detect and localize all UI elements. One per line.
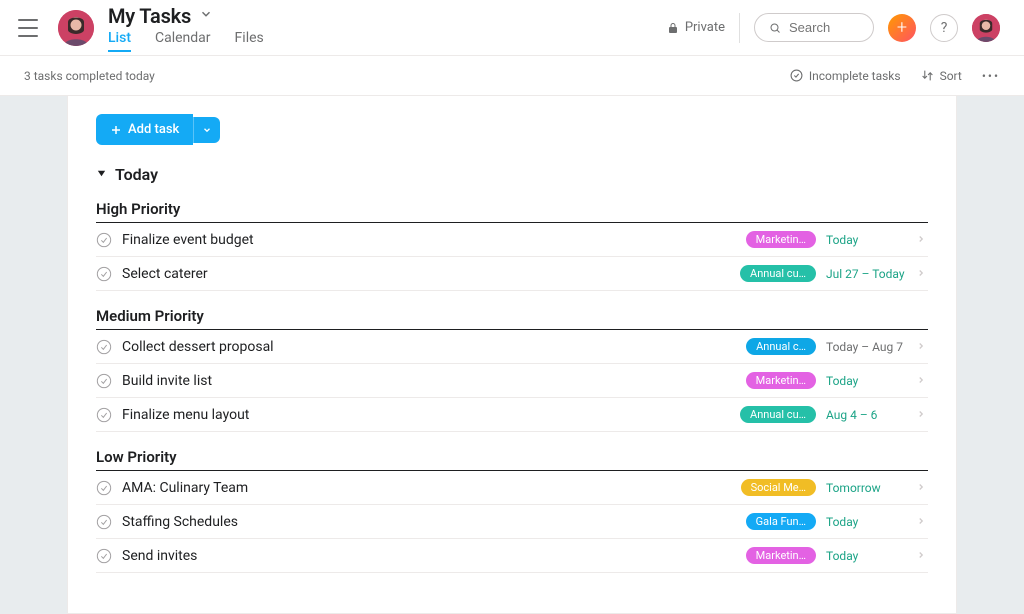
page-title: My Tasks (108, 4, 191, 28)
right-tools: Private + ? (667, 13, 1000, 43)
check-circle-icon (790, 69, 803, 82)
project-pill[interactable]: Annual cu… (740, 406, 816, 423)
plus-icon (110, 124, 122, 136)
search-input[interactable] (789, 20, 859, 35)
chevron-right-icon[interactable] (916, 548, 928, 564)
task-row[interactable]: Collect dessert proposal Annual c… Today –… (96, 330, 928, 364)
private-button[interactable]: Private (667, 20, 725, 35)
chevron-right-icon[interactable] (916, 514, 928, 530)
avatar[interactable] (58, 10, 94, 46)
project-pill[interactable]: Annual c… (746, 338, 816, 355)
project-pill[interactable]: Marketin… (746, 372, 816, 389)
add-task-button[interactable]: Add task (96, 114, 193, 145)
section-header: Today (96, 165, 928, 184)
task-row[interactable]: Finalize event budget Marketin… Today (96, 223, 928, 257)
subgroup: Medium Priority Collect dessert proposal A… (96, 307, 928, 432)
check-circle-icon[interactable] (96, 373, 112, 389)
due-date: Jul 27 – Today (826, 267, 906, 281)
tabs: List Calendar Files (108, 30, 264, 52)
subgroup-title: Medium Priority (96, 307, 928, 330)
filter-label: Incomplete tasks (809, 69, 901, 83)
search-icon (769, 21, 781, 35)
filter-button[interactable]: Incomplete tasks (790, 69, 901, 83)
sort-icon (921, 69, 934, 82)
due-date: Today (826, 515, 906, 529)
task-name[interactable]: Finalize menu layout (122, 407, 730, 423)
subgroup: High Priority Finalize event budget Market… (96, 200, 928, 291)
task-row[interactable]: Send invites Marketin… Today (96, 539, 928, 573)
topbar: My Tasks List Calendar Files Private + ? (0, 0, 1024, 56)
status-text: 3 tasks completed today (24, 69, 155, 83)
check-circle-icon[interactable] (96, 514, 112, 530)
menu-icon[interactable] (18, 19, 38, 37)
chevron-right-icon[interactable] (916, 339, 928, 355)
check-circle-icon[interactable] (96, 480, 112, 496)
tab-files[interactable]: Files (235, 30, 264, 52)
search-box[interactable] (754, 13, 874, 42)
lock-icon (667, 22, 679, 34)
project-pill[interactable]: Marketin… (746, 547, 816, 564)
chevron-down-icon[interactable] (199, 7, 213, 25)
subgroup-title: High Priority (96, 200, 928, 223)
more-icon[interactable]: ••• (982, 69, 1000, 83)
global-add-button[interactable]: + (888, 14, 916, 42)
task-row[interactable]: Finalize menu layout Annual cu… Aug 4 – 6 (96, 398, 928, 432)
private-label: Private (685, 20, 725, 35)
add-task-label: Add task (128, 122, 179, 137)
due-date: Today (826, 374, 906, 388)
check-circle-icon[interactable] (96, 266, 112, 282)
collapse-icon[interactable] (96, 167, 107, 183)
task-row[interactable]: Build invite list Marketin… Today (96, 364, 928, 398)
subgroup-title: Low Priority (96, 448, 928, 471)
tab-list[interactable]: List (108, 30, 131, 52)
avatar-small[interactable] (972, 14, 1000, 42)
project-pill[interactable]: Marketin… (746, 231, 816, 248)
chevron-right-icon[interactable] (916, 232, 928, 248)
chevron-right-icon[interactable] (916, 266, 928, 282)
subbar: 3 tasks completed today Incomplete tasks… (0, 56, 1024, 96)
project-pill[interactable]: Gala Fun… (746, 513, 816, 530)
task-name[interactable]: Collect dessert proposal (122, 339, 736, 355)
task-row[interactable]: AMA: Culinary Team Social Me… Tomorrow (96, 471, 928, 505)
sort-label: Sort (940, 69, 962, 83)
task-name[interactable]: Build invite list (122, 373, 736, 389)
check-circle-icon[interactable] (96, 339, 112, 355)
task-name[interactable]: Send invites (122, 548, 736, 564)
section-title: Today (115, 165, 158, 184)
subgroup: Low Priority AMA: Culinary Team Social Me…… (96, 448, 928, 573)
task-name[interactable]: Staffing Schedules (122, 514, 736, 530)
help-button[interactable]: ? (930, 14, 958, 42)
task-name[interactable]: Finalize event budget (122, 232, 736, 248)
check-circle-icon[interactable] (96, 232, 112, 248)
due-date: Tomorrow (826, 481, 906, 495)
check-circle-icon[interactable] (96, 548, 112, 564)
project-pill[interactable]: Social Me… (741, 479, 816, 496)
due-date: Today – Aug 7 (826, 340, 906, 354)
divider (739, 13, 740, 43)
task-row[interactable]: Select caterer Annual cu… Jul 27 – Today (96, 257, 928, 291)
due-date: Aug 4 – 6 (826, 408, 906, 422)
project-pill[interactable]: Annual cu… (740, 265, 816, 282)
due-date: Today (826, 549, 906, 563)
tab-calendar[interactable]: Calendar (155, 30, 211, 52)
sort-button[interactable]: Sort (921, 69, 962, 83)
chevron-right-icon[interactable] (916, 373, 928, 389)
chevron-right-icon[interactable] (916, 407, 928, 423)
due-date: Today (826, 233, 906, 247)
check-circle-icon[interactable] (96, 407, 112, 423)
chevron-right-icon[interactable] (916, 480, 928, 496)
add-task-dropdown[interactable] (193, 117, 220, 143)
task-name[interactable]: AMA: Culinary Team (122, 480, 731, 496)
chevron-down-icon (202, 125, 212, 135)
task-name[interactable]: Select caterer (122, 266, 730, 282)
task-row[interactable]: Staffing Schedules Gala Fun… Today (96, 505, 928, 539)
task-panel: Add task TodayHigh PriorityFinalize even… (67, 96, 957, 614)
title-area: My Tasks List Calendar Files (108, 4, 264, 52)
